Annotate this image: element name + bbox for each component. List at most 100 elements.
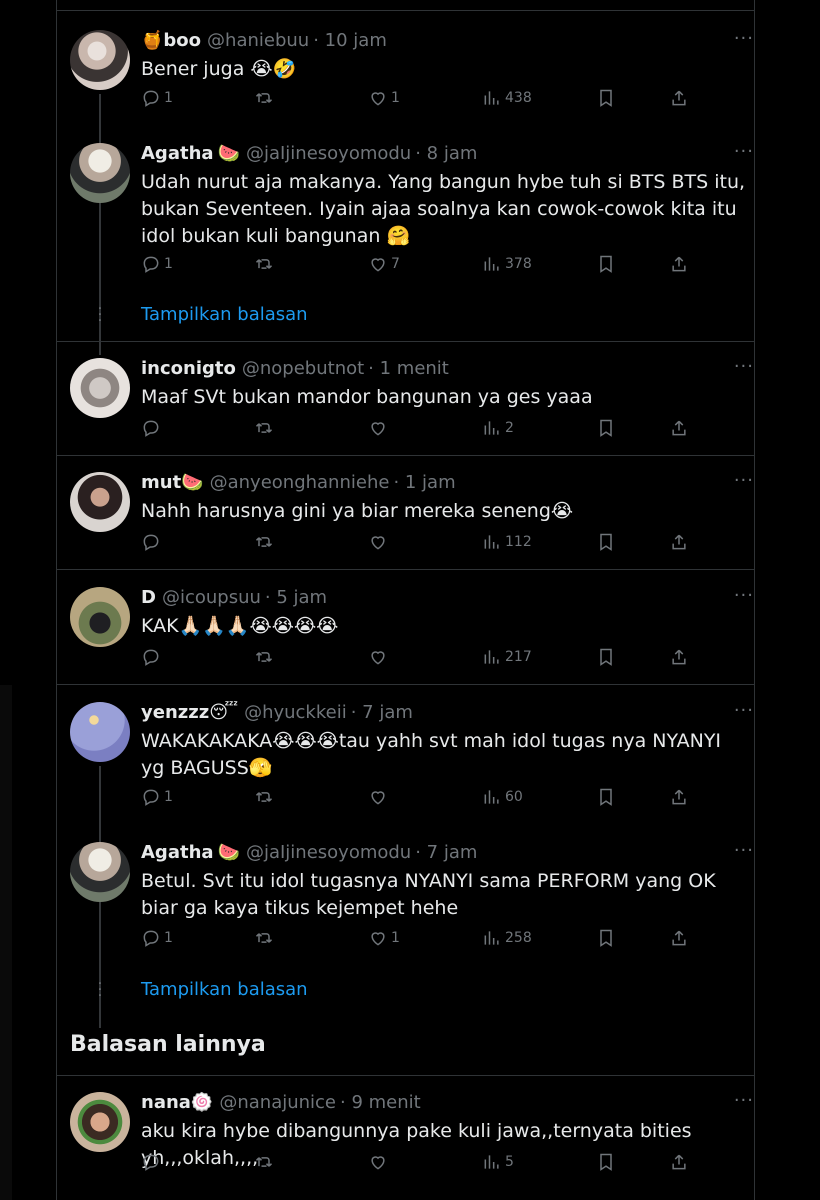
more-options-icon[interactable]: ··· bbox=[734, 356, 754, 377]
author-handle[interactable]: @nopebutnot bbox=[242, 358, 364, 379]
reply-button[interactable]: 1 bbox=[141, 88, 173, 108]
share-button[interactable] bbox=[669, 532, 689, 552]
share-button[interactable] bbox=[669, 1152, 689, 1172]
views-button[interactable]: 438 bbox=[482, 88, 532, 108]
tweet-time[interactable]: · 7 jam bbox=[351, 702, 413, 723]
divider bbox=[56, 455, 754, 456]
views-button[interactable]: 2 bbox=[482, 418, 514, 438]
more-options-icon[interactable]: ··· bbox=[734, 470, 754, 491]
author-name[interactable]: nana bbox=[141, 1092, 191, 1113]
more-options-icon[interactable]: ··· bbox=[734, 1090, 754, 1111]
avatar[interactable] bbox=[70, 472, 130, 532]
retweet-button[interactable] bbox=[254, 88, 277, 108]
views-button[interactable]: 378 bbox=[482, 254, 532, 274]
tweet-time[interactable]: · 7 jam bbox=[415, 842, 477, 863]
author-name[interactable]: Agatha bbox=[141, 143, 214, 164]
bookmark-button[interactable] bbox=[596, 787, 616, 807]
show-replies-link[interactable]: Tampilkan balasan bbox=[141, 979, 308, 1000]
retweet-button[interactable] bbox=[254, 254, 277, 274]
bookmark-button[interactable] bbox=[596, 647, 616, 667]
tweet-time[interactable]: · 8 jam bbox=[415, 143, 477, 164]
more-options-icon[interactable]: ··· bbox=[734, 700, 754, 721]
more-options-icon[interactable]: ··· bbox=[734, 585, 754, 606]
reply-button[interactable] bbox=[141, 647, 164, 667]
retweet-button[interactable] bbox=[254, 928, 277, 948]
bookmark-button[interactable] bbox=[596, 254, 616, 274]
like-button[interactable] bbox=[368, 1152, 391, 1172]
more-options-icon[interactable]: ··· bbox=[734, 141, 754, 162]
bookmark-button[interactable] bbox=[596, 88, 616, 108]
views-button[interactable]: 60 bbox=[482, 787, 523, 807]
show-replies-link[interactable]: Tampilkan balasan bbox=[141, 304, 308, 325]
show-replies-row[interactable]: · · · Tampilkan balasan bbox=[70, 301, 754, 332]
author-handle[interactable]: @haniebuu bbox=[207, 30, 309, 51]
avatar[interactable] bbox=[70, 702, 130, 762]
like-button[interactable] bbox=[368, 647, 391, 667]
retweet-button[interactable] bbox=[254, 418, 277, 438]
views-icon bbox=[484, 1155, 499, 1169]
views-button[interactable]: 258 bbox=[482, 928, 532, 948]
like-button[interactable]: 1 bbox=[368, 88, 400, 108]
bookmark-button[interactable] bbox=[596, 532, 616, 552]
like-button[interactable] bbox=[368, 418, 391, 438]
reply-button[interactable]: 1 bbox=[141, 787, 173, 807]
bookmark-button[interactable] bbox=[596, 1152, 616, 1172]
tweet-text: KAK🙏🏻🙏🏻🙏🏻😭😭😭😭 bbox=[141, 615, 339, 637]
heart-icon bbox=[371, 258, 385, 272]
share-button[interactable] bbox=[669, 787, 689, 807]
author-handle[interactable]: @icoupsuu bbox=[162, 587, 261, 608]
share-button[interactable] bbox=[669, 647, 689, 667]
more-options-icon[interactable]: ··· bbox=[734, 840, 754, 861]
share-button[interactable] bbox=[669, 418, 689, 438]
like-button[interactable]: 7 bbox=[368, 254, 400, 274]
author-name[interactable]: mut bbox=[141, 472, 181, 493]
author-handle[interactable]: @anyeonghanniehe bbox=[210, 472, 390, 493]
views-button[interactable]: 112 bbox=[482, 532, 532, 552]
tweet-time[interactable]: · 9 menit bbox=[340, 1092, 421, 1113]
author-handle[interactable]: @hyuckkeii bbox=[244, 702, 347, 723]
tweet-time[interactable]: · 1 menit bbox=[368, 358, 449, 379]
reply-button[interactable]: 1 bbox=[141, 254, 173, 274]
retweet-button[interactable] bbox=[254, 532, 277, 552]
views-button[interactable]: 5 bbox=[482, 1152, 514, 1172]
share-button[interactable] bbox=[669, 928, 689, 948]
more-options-icon[interactable]: ··· bbox=[734, 28, 754, 49]
author-name[interactable]: D bbox=[141, 587, 156, 608]
avatar[interactable] bbox=[70, 587, 130, 647]
share-button[interactable] bbox=[669, 88, 689, 108]
retweet-button[interactable] bbox=[254, 1152, 277, 1172]
tweet-time[interactable]: · 5 jam bbox=[265, 587, 327, 608]
tweet-time[interactable]: · 10 jam bbox=[313, 30, 387, 51]
divider bbox=[56, 684, 754, 685]
author-name[interactable]: inconigto bbox=[141, 358, 236, 379]
avatar[interactable] bbox=[70, 358, 130, 418]
author-handle[interactable]: @jaIjinesoyomodu bbox=[246, 842, 411, 863]
reply-button[interactable] bbox=[141, 418, 164, 438]
share-icon bbox=[672, 534, 686, 550]
retweet-button[interactable] bbox=[254, 647, 277, 667]
bookmark-button[interactable] bbox=[596, 418, 616, 438]
author-name[interactable]: boo bbox=[163, 30, 201, 51]
avatar[interactable] bbox=[70, 1092, 130, 1152]
author-handle[interactable]: @jaIjinesoyomodu bbox=[246, 143, 411, 164]
share-button[interactable] bbox=[669, 254, 689, 274]
tweet-time[interactable]: · 1 jam bbox=[393, 472, 455, 493]
avatar[interactable] bbox=[70, 842, 130, 902]
like-button[interactable]: 1 bbox=[368, 928, 400, 948]
reply-button[interactable] bbox=[141, 532, 164, 552]
reply-icon bbox=[143, 1154, 159, 1171]
reply-button[interactable] bbox=[141, 1152, 164, 1172]
author-name[interactable]: yenzzz bbox=[141, 702, 209, 723]
thread-dots-icon: · · · bbox=[97, 301, 103, 329]
avatar[interactable] bbox=[70, 143, 130, 203]
author-name[interactable]: Agatha bbox=[141, 842, 214, 863]
author-handle[interactable]: @nanajunice bbox=[219, 1092, 336, 1113]
avatar[interactable] bbox=[70, 30, 130, 90]
views-button[interactable]: 217 bbox=[482, 647, 532, 667]
retweet-button[interactable] bbox=[254, 787, 277, 807]
like-button[interactable] bbox=[368, 787, 391, 807]
reply-button[interactable]: 1 bbox=[141, 928, 173, 948]
bookmark-button[interactable] bbox=[596, 928, 616, 948]
like-button[interactable] bbox=[368, 532, 391, 552]
show-replies-row[interactable]: · · · Tampilkan balasan bbox=[70, 977, 754, 1007]
